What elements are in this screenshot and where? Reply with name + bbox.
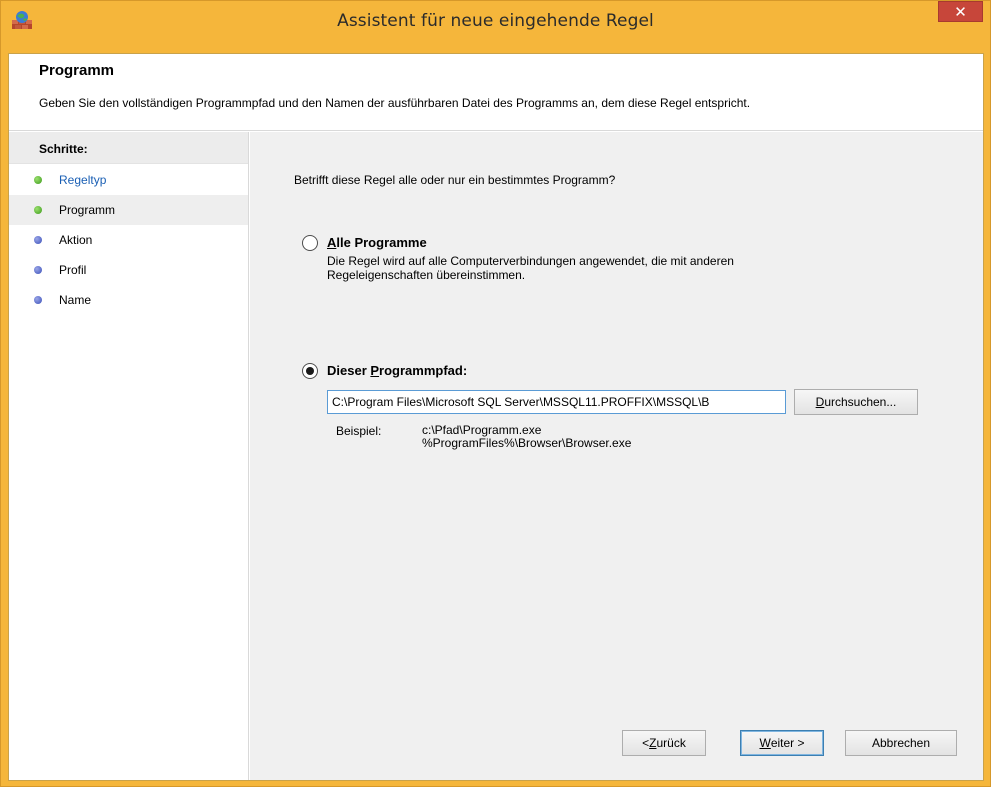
button-label: urück xyxy=(656,736,686,750)
step-pending-dot-icon xyxy=(34,236,42,244)
main-panel: Betrifft diese Regel alle oder nur ein b… xyxy=(250,132,983,780)
sidebar-item-label: Name xyxy=(59,293,92,307)
program-path-radio[interactable] xyxy=(302,363,318,379)
sidebar-item-label: Regeltyp xyxy=(59,173,107,187)
step-complete-dot-icon xyxy=(34,176,42,184)
steps-sidebar: Schritte: Regeltyp Programm Aktion Profi… xyxy=(9,132,249,780)
button-label: eiter > xyxy=(770,736,805,750)
page-description: Geben Sie den vollständigen Programmpfad… xyxy=(39,96,751,110)
close-icon: ✕ xyxy=(954,3,967,21)
example-label: Beispiel: xyxy=(336,424,382,438)
sidebar-item-label: Aktion xyxy=(59,233,93,247)
all-programs-description: Die Regel wird auf alle Computerverbindu… xyxy=(327,254,734,282)
label-text: rogrammpfad: xyxy=(379,363,468,378)
button-label: < xyxy=(642,736,650,750)
title-bar[interactable]: Assistent für neue eingehende Regel ✕ xyxy=(1,1,990,41)
sidebar-item-regeltyp[interactable]: Regeltyp xyxy=(9,165,248,195)
sidebar-item-name: Name xyxy=(9,285,248,315)
steps-heading-bar: Schritte: xyxy=(9,132,248,164)
page-header: Programm Geben Sie den vollständigen Pro… xyxy=(9,54,983,131)
back-button[interactable]: < Zurück xyxy=(622,730,706,756)
steps-heading: Schritte: xyxy=(39,142,88,156)
window-title: Assistent für neue eingehende Regel xyxy=(337,11,654,31)
button-label: urchsuchen... xyxy=(824,395,897,409)
sidebar-item-programm[interactable]: Programm xyxy=(9,195,248,225)
sidebar-item-aktion: Aktion xyxy=(9,225,248,255)
all-programs-radio[interactable] xyxy=(302,235,318,251)
accelerator-char: D xyxy=(815,395,825,409)
next-button[interactable]: Weiter > xyxy=(740,730,824,756)
wizard-client-area: Programm Geben Sie den vollständigen Pro… xyxy=(8,53,984,781)
example-line: %ProgramFiles%\Browser\Browser.exe xyxy=(422,436,632,450)
page-title: Programm xyxy=(39,62,115,79)
sidebar-item-label: Profil xyxy=(59,263,87,277)
step-current-dot-icon xyxy=(34,206,42,214)
cancel-button[interactable]: Abbrechen xyxy=(845,730,957,756)
accelerator-char: P xyxy=(370,363,380,378)
label-text: Dieser xyxy=(327,363,371,378)
description-line: Die Regel wird auf alle Computerverbindu… xyxy=(327,254,734,268)
step-pending-dot-icon xyxy=(34,266,42,274)
browse-button[interactable]: Durchsuchen... xyxy=(794,389,918,415)
sidebar-item-profil: Profil xyxy=(9,255,248,285)
step-pending-dot-icon xyxy=(34,296,42,304)
question-text: Betrifft diese Regel alle oder nur ein b… xyxy=(294,173,616,187)
example-values: c:\Pfad\Programm.exe %ProgramFiles%\Brow… xyxy=(422,424,631,450)
all-programs-label[interactable]: Alle Programme xyxy=(327,235,427,250)
wizard-window: Assistent für neue eingehende Regel ✕ Pr… xyxy=(0,0,991,787)
close-button[interactable]: ✕ xyxy=(938,1,983,22)
accelerator-char: Z xyxy=(649,736,657,750)
sidebar-item-label: Programm xyxy=(59,203,116,217)
program-path-label[interactable]: Dieser Programmpfad: xyxy=(327,363,467,378)
accelerator-char: A xyxy=(327,235,337,250)
accelerator-char: W xyxy=(759,736,771,750)
program-path-input[interactable]: C:\Program Files\Microsoft SQL Server\MS… xyxy=(327,390,786,414)
description-line: Regeleigenschaften übereinstimmen. xyxy=(327,268,526,282)
label-text: lle Programme xyxy=(336,235,427,250)
